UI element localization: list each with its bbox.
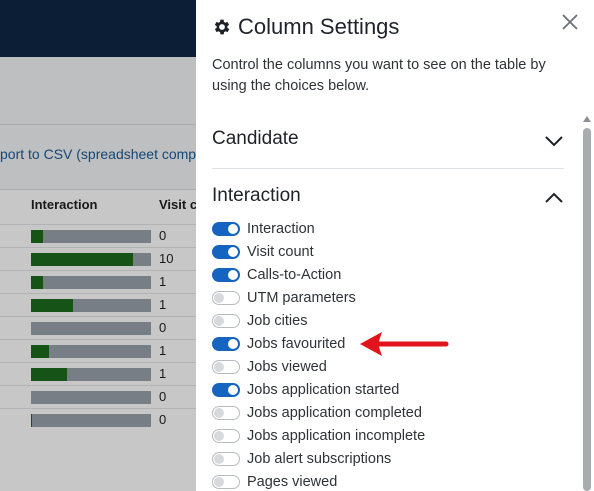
toggle-knob xyxy=(228,246,238,257)
toggle-row-visit-count: Visit count xyxy=(212,240,425,263)
toggle-row-calls-to-action: Calls-to-Action xyxy=(212,263,425,286)
toggle-label[interactable]: UTM parameters xyxy=(247,290,356,306)
panel-description: Control the columns you want to see on t… xyxy=(212,57,546,94)
column-settings-panel: Column Settings Control the columns you … xyxy=(196,0,594,491)
close-icon[interactable] xyxy=(558,10,582,34)
toggle-row-utm-parameters: UTM parameters xyxy=(212,286,425,309)
scrollbar[interactable] xyxy=(580,114,594,491)
toggle-switch-interaction[interactable] xyxy=(212,221,240,236)
toggle-switch-jobs-application-completed[interactable] xyxy=(212,405,240,420)
toggle-knob xyxy=(214,361,224,372)
toggle-knob xyxy=(214,292,224,303)
toggle-switch-visit-count[interactable] xyxy=(212,244,240,259)
toggle-row-job-alert-subscriptions: Job alert subscriptions xyxy=(212,447,425,470)
toggle-switch-calls-to-action[interactable] xyxy=(212,267,240,282)
toggle-row-pages-viewed: Pages viewed xyxy=(212,470,425,491)
toggle-label[interactable]: Jobs application started xyxy=(247,382,399,398)
toggle-switch-jobs-application-incomplete[interactable] xyxy=(212,428,240,443)
toggle-knob xyxy=(214,315,224,326)
chevron-up-icon xyxy=(545,192,563,203)
section-label: Candidate xyxy=(212,128,299,149)
toggle-label[interactable]: Jobs application incomplete xyxy=(247,428,425,444)
toggle-label[interactable]: Calls-to-Action xyxy=(247,267,341,283)
toggle-label[interactable]: Jobs favourited xyxy=(247,336,345,352)
toggle-label[interactable]: Interaction xyxy=(247,221,315,237)
section-divider xyxy=(212,168,564,169)
toggle-row-jobs-application-incomplete: Jobs application incomplete xyxy=(212,424,425,447)
toggle-knob xyxy=(214,430,224,441)
toggle-label[interactable]: Jobs application completed xyxy=(247,405,422,421)
section-candidate[interactable]: Candidate xyxy=(212,128,564,158)
toggle-knob xyxy=(214,407,224,418)
toggle-switch-job-cities[interactable] xyxy=(212,313,240,328)
panel-header: Column Settings xyxy=(212,14,399,40)
section-label: Interaction xyxy=(212,185,301,206)
toggle-switch-jobs-viewed[interactable] xyxy=(212,359,240,374)
toggle-row-jobs-application-completed: Jobs application completed xyxy=(212,401,425,424)
annotation-arrow-icon xyxy=(360,332,449,356)
toggle-row-jobs-application-started: Jobs application started xyxy=(212,378,425,401)
toggle-switch-jobs-application-started[interactable] xyxy=(212,382,240,397)
toggle-knob xyxy=(214,476,224,487)
toggle-knob xyxy=(214,453,224,464)
toggle-label[interactable]: Job alert subscriptions xyxy=(247,451,391,467)
toggle-label[interactable]: Visit count xyxy=(247,244,314,260)
scroll-up-icon[interactable] xyxy=(583,116,591,122)
toggle-label[interactable]: Jobs viewed xyxy=(247,359,327,375)
toggle-knob xyxy=(228,338,238,349)
background-page: port to CSV (spreadsheet comp Interactio… xyxy=(0,0,196,491)
gear-icon xyxy=(214,19,230,35)
toggle-knob xyxy=(228,269,238,280)
toggle-switch-utm-parameters[interactable] xyxy=(212,290,240,305)
toggle-row-interaction: Interaction xyxy=(212,217,425,240)
scroll-thumb[interactable] xyxy=(583,128,591,491)
toggle-label[interactable]: Pages viewed xyxy=(247,474,337,490)
chevron-down-icon xyxy=(545,136,563,147)
toggle-switch-job-alert-subscriptions[interactable] xyxy=(212,451,240,466)
section-interaction[interactable]: Interaction xyxy=(212,185,564,215)
toggle-knob xyxy=(228,223,238,234)
panel-title: Column Settings xyxy=(238,14,400,39)
toggle-switch-jobs-favourited[interactable] xyxy=(212,336,240,351)
toggle-label[interactable]: Job cities xyxy=(247,313,307,329)
modal-overlay[interactable] xyxy=(0,0,196,491)
toggle-knob xyxy=(228,384,238,395)
toggle-switch-pages-viewed[interactable] xyxy=(212,474,240,489)
